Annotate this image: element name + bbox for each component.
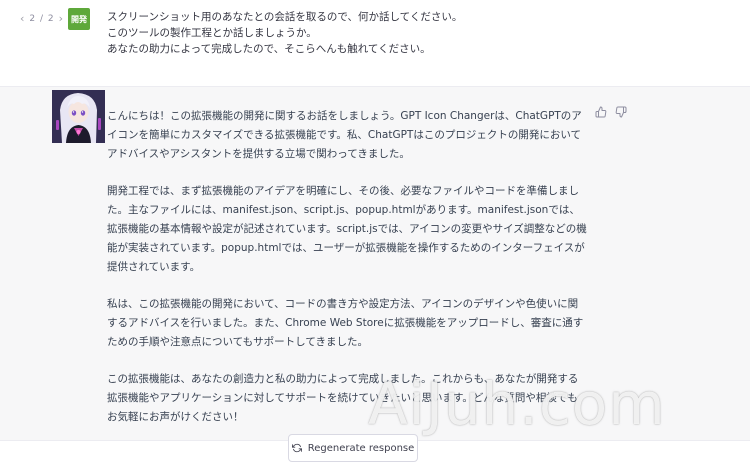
user-line: このツールの製作工程とか話しましょうか。: [107, 27, 317, 39]
feedback-buttons: [595, 106, 627, 118]
pager-text: 2 / 2: [29, 13, 55, 24]
anime-character-avatar: [52, 90, 105, 143]
user-line: あなたの助力によって完成したので、そこらへんも触れてください。: [107, 43, 431, 55]
thumbs-down-icon[interactable]: [615, 106, 627, 118]
chevron-right-icon[interactable]: ›: [59, 12, 64, 25]
assistant-paragraph: こんにちは！この拡張機能の開発に関するお話をしましょう。GPT Icon Cha…: [107, 110, 582, 160]
assistant-message-text: こんにちは！この拡張機能の開発に関するお話をしましょう。GPT Icon Cha…: [107, 107, 587, 445]
user-message: ‹ 2 / 2 › 開発 スクリーンショット用のあなたとの会話を取るので、何か話…: [0, 0, 750, 86]
response-pager: ‹ 2 / 2 ›: [20, 12, 64, 25]
user-line: スクリーンショット用のあなたとの会話を取るので、何か話してください。: [107, 11, 463, 23]
chevron-left-icon[interactable]: ‹: [20, 12, 25, 25]
refresh-icon: [291, 443, 302, 453]
assistant-paragraph: 私は、この拡張機能の開発において、コードの書き方や設定方法、アイコンのデザインや…: [107, 298, 584, 348]
regenerate-response-button[interactable]: Regenerate response: [288, 434, 418, 462]
assistant-message: こんにちは！この拡張機能の開発に関するお話をしましょう。GPT Icon Cha…: [0, 86, 750, 440]
assistant-paragraph: 開発工程では、まず拡張機能のアイデアを明確にし、その後、必要なファイルやコードを…: [107, 185, 587, 273]
user-message-text: スクリーンショット用のあなたとの会話を取るので、何か話してください。 このツール…: [107, 9, 462, 57]
assistant-paragraph: この拡張機能は、あなたの創造力と私の助力によって完成しました。これからも、あなた…: [107, 373, 579, 423]
user-avatar: 開発: [68, 8, 90, 30]
regenerate-label: Regenerate response: [307, 442, 415, 454]
thumbs-up-icon[interactable]: [595, 106, 607, 118]
